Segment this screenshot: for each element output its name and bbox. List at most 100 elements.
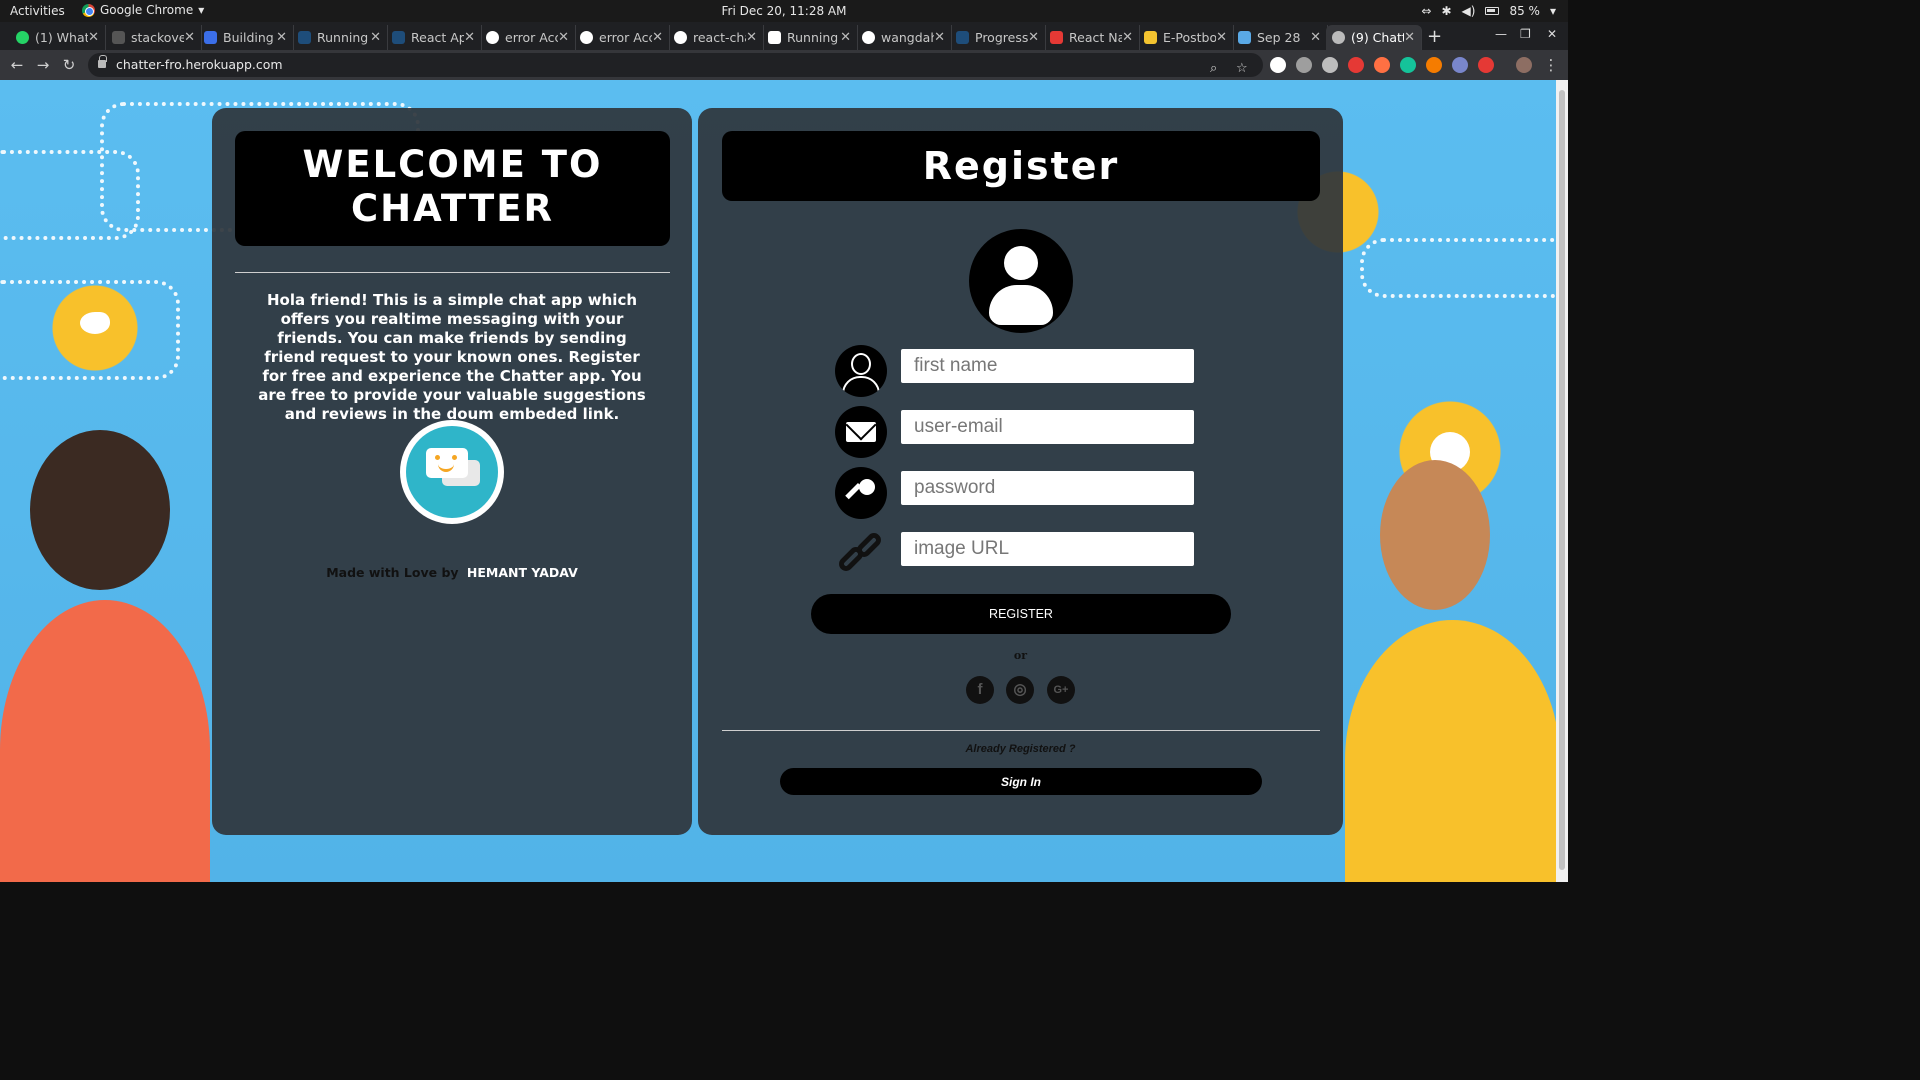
author-link[interactable]: HEMANT YADAV xyxy=(467,565,578,580)
close-icon[interactable]: ✕ xyxy=(558,30,569,45)
browser-tab[interactable]: React Native✕ xyxy=(1044,25,1140,50)
calendar-icon xyxy=(1238,31,1251,44)
tab-title: stackoverflow xyxy=(131,30,185,45)
extension-icon[interactable] xyxy=(1296,57,1312,73)
reload-button[interactable]: ↻ xyxy=(60,56,78,74)
browser-tab[interactable]: (1) WhatsApp✕ xyxy=(10,25,106,50)
welcome-title: WELCOME TO CHATTER xyxy=(235,131,670,246)
close-icon[interactable]: ✕ xyxy=(652,30,663,45)
url-text: chatter-fro.herokuapp.com xyxy=(116,57,283,72)
browser-tab-active[interactable]: (9) Chatter✕ xyxy=(1326,25,1422,50)
close-icon[interactable]: ✕ xyxy=(840,30,851,45)
browser-tab[interactable]: Running ✕ xyxy=(762,25,858,50)
already-registered-text: Already Registered ? xyxy=(965,743,1076,755)
browser-tab[interactable]: Building ✕ xyxy=(198,25,294,50)
extension-icon[interactable] xyxy=(1374,57,1390,73)
address-bar[interactable]: chatter-fro.herokuapp.com ⌕ ☆ xyxy=(88,53,1263,77)
close-icon[interactable]: ✕ xyxy=(88,30,99,45)
extension-icon[interactable] xyxy=(1452,57,1468,73)
person-illustration xyxy=(1380,460,1490,610)
made-with-label: Made with Love by xyxy=(326,565,459,580)
facebook-icon[interactable]: f xyxy=(966,676,994,704)
tab-title: error Access xyxy=(599,30,653,45)
grammarly-icon[interactable] xyxy=(1400,57,1416,73)
password-field[interactable] xyxy=(901,471,1194,505)
minimize-button[interactable]: — xyxy=(1495,27,1507,41)
close-icon[interactable]: ✕ xyxy=(746,30,757,45)
back-button[interactable]: ← xyxy=(8,56,26,74)
page-viewport: WELCOME TO CHATTER Hola friend! This is … xyxy=(0,80,1556,882)
maximize-button[interactable]: ❐ xyxy=(1520,27,1531,41)
close-icon[interactable]: ✕ xyxy=(1122,30,1133,45)
tab-strip: (1) WhatsApp✕ stackoverflow✕ Building✕ R… xyxy=(0,22,1568,50)
volume-icon: ◀) xyxy=(1461,4,1476,18)
close-icon[interactable]: ✕ xyxy=(276,30,287,45)
email-field[interactable] xyxy=(901,410,1194,444)
clock[interactable]: Fri Dec 20, 11:28 AM xyxy=(0,4,1568,18)
vue-icon xyxy=(1050,31,1063,44)
lock-icon[interactable] xyxy=(98,55,107,68)
system-tray[interactable]: ⇔ ✱ ◀) 85 % ▾ xyxy=(1421,4,1556,18)
register-title: Register xyxy=(722,131,1320,201)
google-icon xyxy=(486,31,499,44)
first-name-field[interactable] xyxy=(901,349,1194,383)
browser-tab[interactable]: wangdahoo✕ xyxy=(856,25,952,50)
browser-tab[interactable]: Running ✕ xyxy=(292,25,388,50)
metamask-icon[interactable] xyxy=(1426,57,1442,73)
page-scrollbar[interactable] xyxy=(1556,80,1568,882)
sign-in-button[interactable]: Sign In xyxy=(780,768,1262,795)
google-plus-icon[interactable]: G+ xyxy=(1047,676,1075,704)
tab-title: error Access xyxy=(505,30,559,45)
key-shaft xyxy=(845,483,862,500)
dotted-path-decoration xyxy=(1360,238,1556,298)
close-icon[interactable]: ✕ xyxy=(934,30,945,45)
browser-toolbar: ← → ↻ chatter-fro.herokuapp.com ⌕ ☆ ⋮ xyxy=(0,50,1568,80)
or-separator: or xyxy=(1013,649,1028,662)
scrollbar-thumb[interactable] xyxy=(1559,90,1565,870)
close-icon[interactable]: ✕ xyxy=(464,30,475,45)
react-icon xyxy=(956,31,969,44)
tab-title: Sep 28 xyxy=(1257,30,1301,45)
browser-tab[interactable]: E-Postbox✕ xyxy=(1138,25,1234,50)
image-url-field[interactable] xyxy=(901,532,1194,566)
extension-icon[interactable] xyxy=(1322,57,1338,73)
register-button[interactable]: REGISTER xyxy=(811,594,1231,634)
instagram-icon[interactable]: ◎ xyxy=(1006,676,1034,704)
link-chain-part xyxy=(854,530,884,560)
close-icon[interactable]: ✕ xyxy=(1028,30,1039,45)
close-icon[interactable]: ✕ xyxy=(184,30,195,45)
close-icon[interactable]: ✕ xyxy=(1404,30,1415,45)
browser-tab[interactable]: react-chat✕ xyxy=(668,25,764,50)
browser-tab[interactable]: React App✕ xyxy=(386,25,482,50)
forward-button[interactable]: → xyxy=(34,56,52,74)
browser-tab[interactable]: Sep 28 ✕ xyxy=(1232,25,1328,50)
close-icon[interactable]: ✕ xyxy=(1310,30,1321,45)
new-tab-button[interactable]: + xyxy=(1427,26,1442,47)
browser-tab[interactable]: Progressive✕ xyxy=(950,25,1046,50)
browser-tab[interactable]: error Access✕ xyxy=(480,25,576,50)
close-icon[interactable]: ✕ xyxy=(370,30,381,45)
os-top-bar: Activities Google Chrome ▾ Fri Dec 20, 1… xyxy=(0,0,1568,22)
browser-tab[interactable]: error Access✕ xyxy=(574,25,670,50)
extension-icon[interactable] xyxy=(1348,57,1364,73)
extension-icon[interactable] xyxy=(1270,57,1286,73)
close-icon[interactable]: ✕ xyxy=(1216,30,1227,45)
user-body xyxy=(842,376,880,397)
browser-tab[interactable]: stackoverflow✕ xyxy=(106,25,202,50)
chat-bubble-icon xyxy=(406,426,498,518)
tab-title: Running xyxy=(317,30,369,45)
chatter-icon xyxy=(1332,31,1345,44)
chevron-down-icon: ▾ xyxy=(1549,4,1556,18)
medium-icon xyxy=(768,31,781,44)
menu-kebab-icon[interactable]: ⋮ xyxy=(1542,56,1560,74)
battery-percent: 85 % xyxy=(1509,4,1540,18)
chat-logo xyxy=(400,420,504,524)
close-window-button[interactable]: ✕ xyxy=(1547,27,1557,41)
stackoverflow-icon xyxy=(112,31,125,44)
zoom-icon[interactable]: ⌕ xyxy=(1210,57,1217,81)
profile-avatar[interactable] xyxy=(1516,57,1532,73)
bookmark-star-icon[interactable]: ☆ xyxy=(1236,57,1248,81)
extension-icon[interactable] xyxy=(1478,57,1494,73)
envelope xyxy=(846,422,876,442)
register-panel: Register REGISTER or f ◎ G+ Already Regi… xyxy=(698,108,1343,835)
